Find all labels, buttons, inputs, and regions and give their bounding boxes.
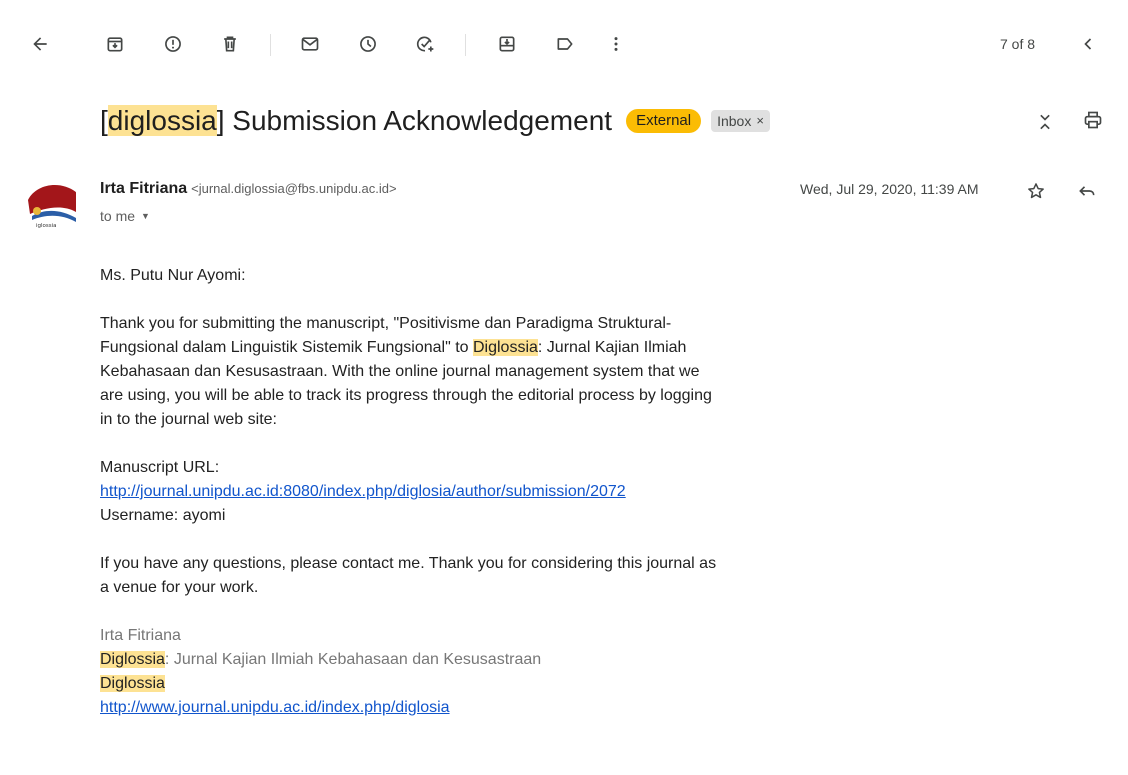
sender-line: Irta Fitriana <jurnal.diglossia@fbs.unipd… — [100, 180, 397, 198]
avatar-logo-text: iglossia — [36, 223, 57, 229]
signature-highlight-1: Diglossia — [100, 651, 165, 668]
subject-row: [diglossia] Submission Acknowledgement E… — [100, 100, 770, 142]
archive-icon[interactable] — [95, 24, 135, 64]
chevron-down-icon[interactable]: ▼ — [141, 211, 150, 221]
body-paragraph-2: If you have any questions, please contac… — [100, 555, 717, 596]
back-arrow-icon[interactable] — [20, 24, 60, 64]
email-body: Ms. Putu Nur Ayomi: Thank you for submit… — [100, 264, 720, 720]
toolbar-divider — [465, 34, 466, 56]
toolbar: 7 of 8 — [0, 24, 1128, 64]
recipient-details-toggle[interactable]: to me ▼ — [100, 208, 150, 224]
star-icon[interactable] — [1022, 177, 1050, 205]
subject-title: [diglossia] Submission Acknowledgement — [100, 105, 612, 137]
add-to-tasks-icon[interactable] — [405, 24, 445, 64]
toolbar-divider — [270, 34, 271, 56]
signature-name: Irta Fitriana — [100, 627, 181, 644]
inbox-label-text: Inbox — [717, 113, 752, 129]
sender-email: <jurnal.diglossia@fbs.unipdu.ac.id> — [191, 181, 397, 196]
print-icon[interactable] — [1079, 106, 1107, 134]
journal-website-link[interactable]: http://www.journal.unipdu.ac.id/index.ph… — [100, 699, 450, 716]
manuscript-url-label: Manuscript URL: — [100, 459, 220, 476]
subject-highlight: diglossia — [107, 105, 217, 136]
subject-rest: ] Submission Acknowledgement — [216, 105, 613, 136]
snooze-icon[interactable] — [348, 24, 388, 64]
collapse-all-icon[interactable] — [1031, 108, 1059, 136]
signature-journal: Diglossia: Jurnal Kajian Ilmiah Kebahasa… — [100, 648, 720, 672]
external-badge: External — [626, 109, 702, 133]
page-counter: 7 of 8 — [1000, 36, 1036, 52]
label-icon[interactable] — [545, 24, 585, 64]
manuscript-url-link[interactable]: http://journal.unipdu.ac.id:8080/index.p… — [100, 483, 626, 500]
remove-label-icon[interactable]: × — [756, 112, 764, 130]
inbox-label-chip[interactable]: Inbox × — [711, 110, 770, 132]
delete-icon[interactable] — [210, 24, 250, 64]
signature-journal-text: : Jurnal Kajian Ilmiah Kebahasaan dan Ke… — [164, 651, 542, 668]
mark-unread-icon[interactable] — [290, 24, 330, 64]
reply-icon[interactable] — [1073, 177, 1101, 205]
greeting: Ms. Putu Nur Ayomi: — [100, 267, 246, 284]
previous-email-icon[interactable] — [1068, 24, 1108, 64]
para1-highlight: Diglossia — [472, 339, 538, 356]
report-spam-icon[interactable] — [153, 24, 193, 64]
sender-name[interactable]: Irta Fitriana — [100, 180, 187, 197]
username-line: Username: ayomi — [100, 507, 226, 524]
subject-prefix: [ — [100, 105, 108, 136]
body-paragraph-1: Thank you for submitting the manuscript,… — [100, 312, 720, 432]
move-to-icon[interactable] — [487, 24, 527, 64]
more-icon[interactable] — [596, 24, 636, 64]
email-date: Wed, Jul 29, 2020, 11:39 AM — [800, 181, 979, 197]
signature-highlight-2: Diglossia — [100, 675, 165, 692]
avatar[interactable]: iglossia — [22, 178, 80, 236]
recipient-label: to me — [100, 208, 136, 224]
